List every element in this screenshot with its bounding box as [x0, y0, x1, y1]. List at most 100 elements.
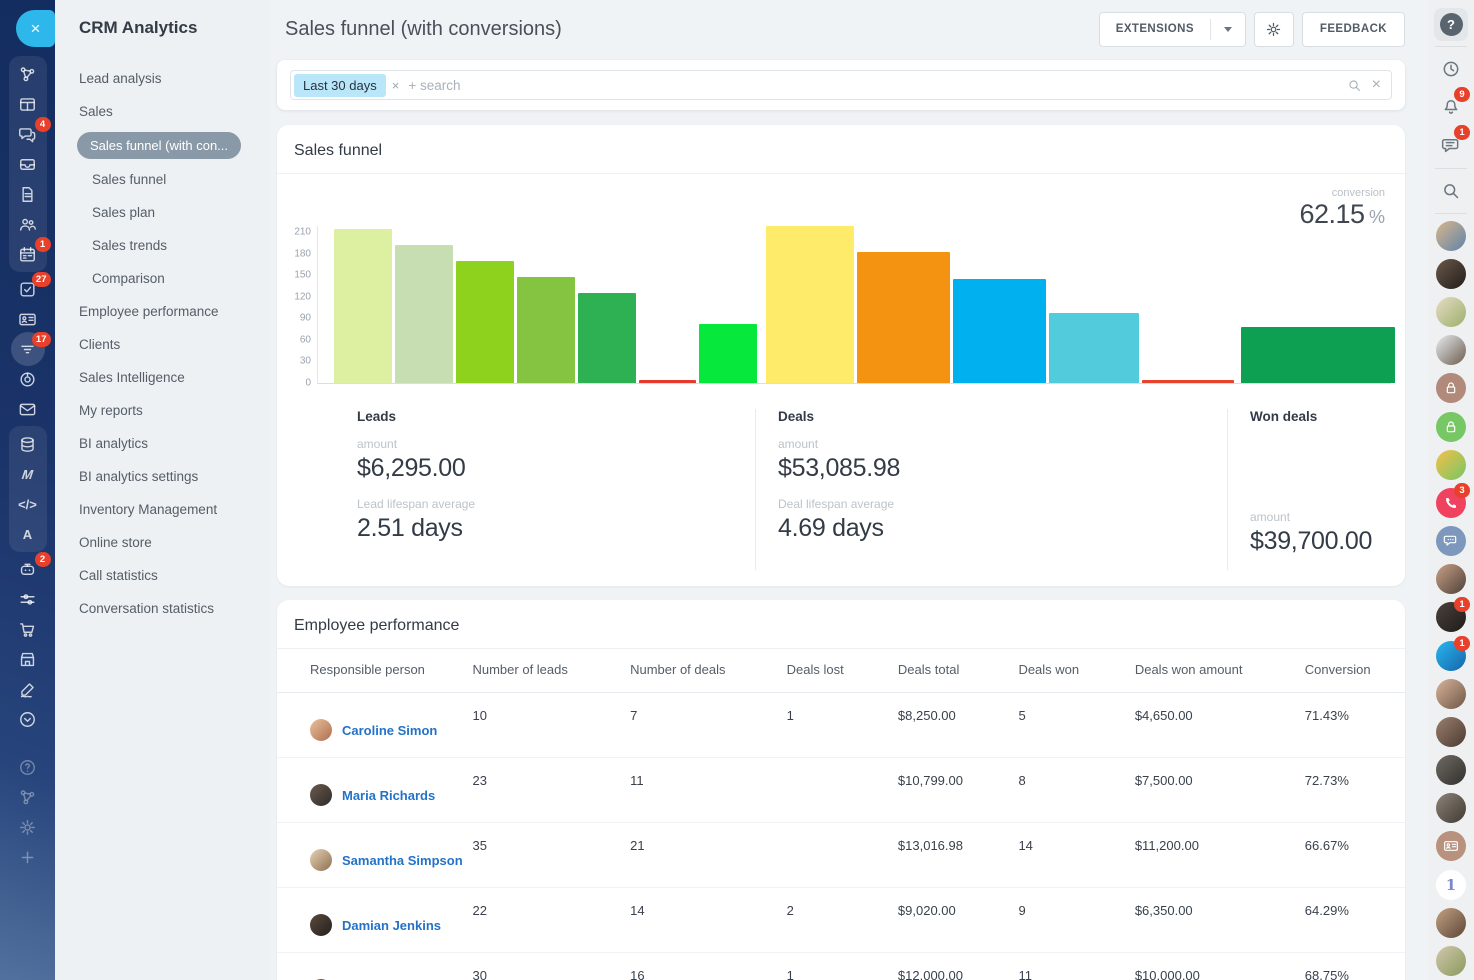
filter-chip-last-30-days[interactable]: Last 30 days [294, 74, 386, 97]
sidebar-item-sales-trends[interactable]: Sales trends [55, 229, 270, 262]
rail-item-plus[interactable] [9, 842, 47, 872]
rail-item-nodes[interactable] [9, 782, 47, 812]
extensions-button[interactable]: EXTENSIONS [1099, 12, 1246, 47]
sidebar-item-conversation-statistics[interactable]: Conversation statistics [55, 592, 270, 625]
person-name-link[interactable]: Maria Richards [342, 788, 435, 803]
column-header-number-of-deals[interactable]: Number of deals [622, 649, 779, 693]
sidebar-item-clients[interactable]: Clients [55, 328, 270, 361]
avatar [310, 784, 332, 806]
person-name-link[interactable]: Samantha Simpson [342, 853, 463, 868]
sidebar-item-sales-funnel-with-con[interactable]: Sales funnel (with con... [55, 128, 270, 163]
search-input[interactable]: Last 30 days × + search × [290, 70, 1392, 100]
column-header-deals-won[interactable]: Deals won [1010, 649, 1126, 693]
person-name-link[interactable]: Damian Jenkins [342, 918, 441, 933]
cell-won_amount: $6,350.00 [1127, 888, 1297, 953]
column-header-number-of-leads[interactable]: Number of leads [464, 649, 622, 693]
sidebar-item-bi-analytics[interactable]: BI analytics [55, 427, 270, 460]
contacts-button[interactable] [1428, 827, 1474, 865]
extensions-dropdown-button[interactable] [1211, 27, 1245, 32]
column-header-deals-won-amount[interactable]: Deals won amount [1127, 649, 1297, 693]
y-axis-tick: 180 [294, 248, 311, 259]
remove-filter-icon[interactable]: × [392, 78, 400, 93]
rail-history-button[interactable] [1428, 50, 1474, 88]
person-name-link[interactable]: Caroline Simon [342, 723, 437, 738]
cell-total: $9,020.00 [890, 888, 1011, 953]
rail-item-sign[interactable] [9, 674, 47, 704]
settings-button[interactable] [1254, 12, 1294, 47]
cell-won_amount: $10,000.00 [1127, 953, 1297, 980]
first-place-icon[interactable]: 1 [1428, 865, 1474, 903]
rail-item-tasks[interactable]: 27 [9, 274, 47, 304]
rail-item-sliders[interactable] [9, 584, 47, 614]
rail-item-robot[interactable]: 2 [9, 554, 47, 584]
rail-item-nodes[interactable] [9, 59, 47, 89]
rail-item-automation-a[interactable]: A [9, 519, 47, 549]
rail-item-database[interactable] [9, 429, 47, 459]
sidebar-title: CRM Analytics [55, 16, 270, 62]
rail-item-target[interactable] [9, 364, 47, 394]
column-header-deals-total[interactable]: Deals total [890, 649, 1011, 693]
sidebar-item-bi-analytics-settings[interactable]: BI analytics settings [55, 460, 270, 493]
group-chat-button[interactable] [1428, 522, 1474, 560]
clear-search-icon[interactable]: × [1372, 77, 1381, 93]
rail-item-help[interactable] [9, 752, 47, 782]
search-icon[interactable] [1347, 78, 1362, 93]
rail-item-document[interactable] [9, 179, 47, 209]
avatar-cartoon-blue[interactable]: 1 [1428, 637, 1474, 675]
avatar-group-photo[interactable] [1428, 751, 1474, 789]
sidebar-item-inventory-management[interactable]: Inventory Management [55, 493, 270, 526]
column-header-responsible-person[interactable]: Responsible person [277, 649, 464, 693]
rail-item-mail[interactable] [9, 394, 47, 424]
sidebar-item-employee-performance[interactable]: Employee performance [55, 295, 270, 328]
avatar-dog[interactable] [1428, 293, 1474, 331]
rail-item-chevron-circle[interactable] [9, 704, 47, 734]
rail-search-button[interactable] [1428, 172, 1474, 210]
private-chat-locked-1[interactable] [1428, 369, 1474, 407]
sidebar-item-my-reports[interactable]: My reports [55, 394, 270, 427]
sidebar-item-sales[interactable]: Sales [55, 95, 270, 128]
rail-item-people[interactable] [9, 209, 47, 239]
feedback-button[interactable]: FEEDBACK [1302, 12, 1405, 47]
avatar-man-1[interactable] [1428, 217, 1474, 255]
sidebar-item-lead-analysis[interactable]: Lead analysis [55, 62, 270, 95]
avatar-woman-3[interactable] [1428, 713, 1474, 751]
conversion-label: conversion [1299, 187, 1385, 199]
avatar-fruits[interactable] [1428, 446, 1474, 484]
funnel-bar-deals [857, 252, 950, 383]
collapse-menu-button[interactable]: × [16, 10, 55, 47]
rail-item-code[interactable]: </> [9, 489, 47, 519]
rail-item-cart[interactable] [9, 614, 47, 644]
avatar-man-suit[interactable] [1428, 331, 1474, 369]
avatar-man-3[interactable] [1428, 904, 1474, 942]
rail-item-crm-funnel[interactable]: 17 [9, 334, 47, 364]
sidebar-item-sales-plan[interactable]: Sales plan [55, 196, 270, 229]
avatar-woman-2[interactable] [1428, 675, 1474, 713]
avatar [310, 914, 332, 936]
rail-bell-button[interactable]: 9 [1428, 88, 1474, 126]
avatar-woman-1[interactable] [1428, 560, 1474, 598]
rail-item-kanban[interactable] [9, 89, 47, 119]
sidebar-item-comparison[interactable]: Comparison [55, 262, 270, 295]
rail-item-marketing-m[interactable]: M [9, 459, 47, 489]
sidebar-item-online-store[interactable]: Online store [55, 526, 270, 559]
avatar-man-glasses[interactable] [1428, 789, 1474, 827]
rail-help-button[interactable]: ? [1428, 5, 1474, 43]
rail-item-store[interactable] [9, 644, 47, 674]
rail-item-inbox[interactable] [9, 149, 47, 179]
funnel-bar-deals [699, 324, 757, 383]
avatar-partial[interactable] [1428, 942, 1474, 980]
sidebar-item-sales-intelligence[interactable]: Sales Intelligence [55, 361, 270, 394]
calls-button[interactable]: 3 [1428, 484, 1474, 522]
rail-item-chat[interactable]: 4 [9, 119, 47, 149]
column-header-conversion[interactable]: Conversion [1297, 649, 1405, 693]
sidebar-item-sales-funnel[interactable]: Sales funnel [55, 163, 270, 196]
avatar-man-curly[interactable] [1428, 255, 1474, 293]
rail-chat-lines-button[interactable]: 1 [1428, 126, 1474, 164]
private-chat-locked-2[interactable] [1428, 408, 1474, 446]
column-header-deals-lost[interactable]: Deals lost [779, 649, 890, 693]
avatar-man-dark[interactable]: 1 [1428, 598, 1474, 636]
sidebar-item-call-statistics[interactable]: Call statistics [55, 559, 270, 592]
rail-item-idcard[interactable] [9, 304, 47, 334]
rail-item-calendar[interactable]: 1 [9, 239, 47, 269]
rail-item-gear[interactable] [9, 812, 47, 842]
